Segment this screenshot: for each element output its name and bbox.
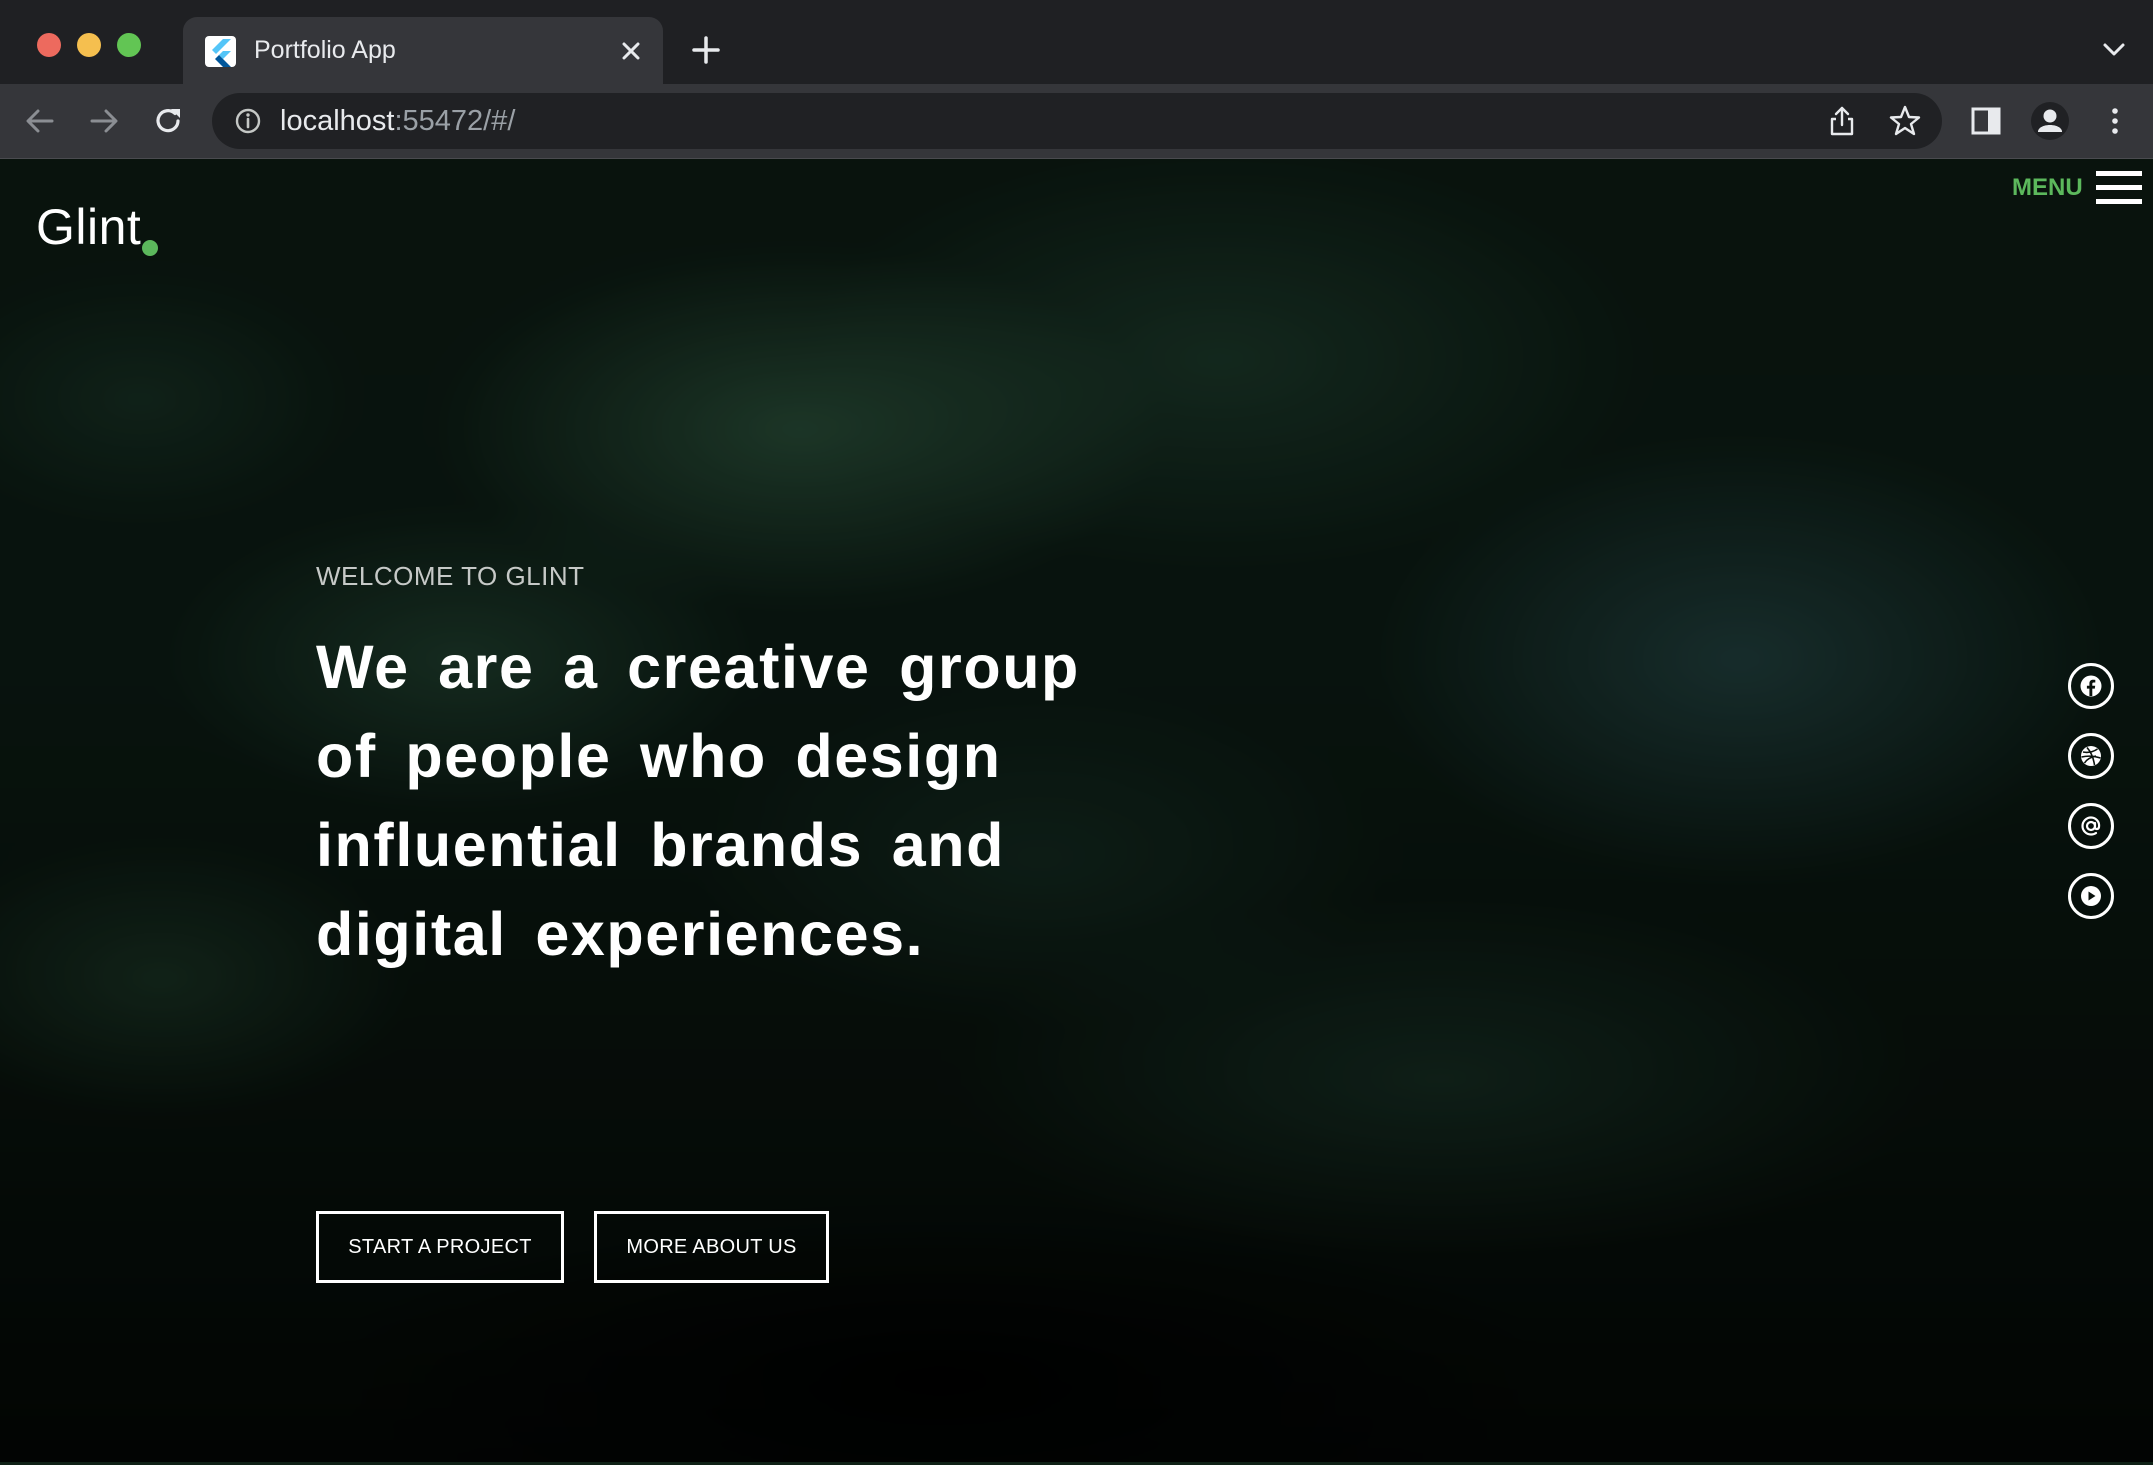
dribbble-icon[interactable]	[2068, 733, 2114, 779]
url-path: :55472/#/	[394, 105, 516, 137]
address-bar[interactable]: localhost:55472/#/	[212, 93, 1942, 149]
hamburger-menu-icon[interactable]	[2096, 171, 2142, 205]
hero-eyebrow: WELCOME TO GLINT	[316, 561, 585, 591]
tab-portfolio-app[interactable]: Portfolio App	[183, 17, 663, 84]
reload-icon[interactable]	[150, 103, 186, 139]
facebook-icon[interactable]	[2068, 663, 2114, 709]
plus-icon[interactable]	[690, 34, 722, 66]
chevron-down-icon[interactable]	[2100, 38, 2128, 62]
kebab-menu-icon[interactable]	[2097, 103, 2133, 139]
browser-toolbar: localhost:55472/#/	[0, 84, 2153, 159]
more-about-us-button[interactable]: MORE ABOUT US	[594, 1211, 829, 1283]
start-project-button[interactable]: START A PROJECT	[316, 1211, 564, 1283]
close-window-button[interactable]	[37, 33, 61, 57]
logo-dot	[142, 240, 158, 256]
menu-label[interactable]: MENU	[2012, 173, 2083, 203]
url-text: localhost:55472/#/	[280, 104, 515, 138]
arrow-left-icon[interactable]	[22, 103, 58, 139]
page-viewport: Glint MENU WELCOME TO GLINT We are a cre…	[0, 159, 2153, 1465]
maximize-window-button[interactable]	[117, 33, 141, 57]
hero-section: WELCOME TO GLINT We are a creative group…	[316, 559, 1216, 1283]
url-host: localhost	[280, 105, 395, 137]
close-icon[interactable]	[615, 35, 647, 67]
side-panel-icon[interactable]	[1968, 103, 2004, 139]
profile-icon[interactable]	[2030, 101, 2070, 141]
flutter-logo-icon	[205, 36, 236, 67]
browser-window: Portfolio App localhost:55472/#/ Glint M…	[0, 0, 2153, 1465]
arrow-right-icon[interactable]	[86, 103, 122, 139]
star-icon[interactable]	[1888, 104, 1922, 138]
hero-headline: We are a creative group of people who de…	[316, 633, 1080, 968]
hero-buttons: START A PROJECT MORE ABOUT US	[316, 1211, 1116, 1283]
site-logo[interactable]: Glint	[36, 197, 141, 257]
tab-strip: Portfolio App	[0, 0, 2153, 84]
info-icon[interactable]	[234, 107, 262, 135]
at-sign-icon[interactable]	[2068, 803, 2114, 849]
tab-title: Portfolio App	[254, 36, 396, 64]
share-icon[interactable]	[1826, 105, 1858, 137]
minimize-window-button[interactable]	[77, 33, 101, 57]
play-circle-icon[interactable]	[2068, 873, 2114, 919]
